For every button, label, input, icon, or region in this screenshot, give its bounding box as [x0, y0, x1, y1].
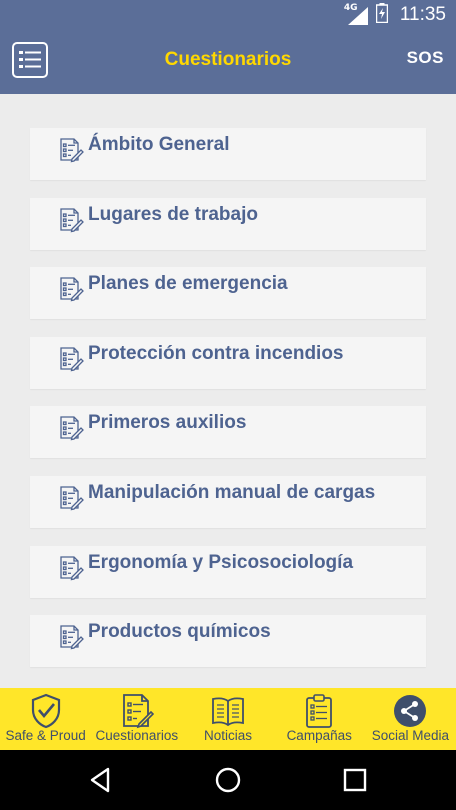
checklist-icon [60, 208, 84, 233]
tab-label: Noticias [204, 728, 253, 743]
open-book-icon [212, 697, 244, 727]
checklist-icon [60, 416, 84, 441]
home-icon[interactable] [213, 765, 243, 795]
tab-label: Safe & Proud [5, 728, 86, 743]
page-title: Cuestionarios [164, 49, 292, 70]
tab-label: Cuestionarios [95, 728, 179, 743]
system-nav-bar [0, 750, 456, 810]
list-item[interactable]: Planes de emergencia [30, 267, 426, 319]
checklist-icon [122, 694, 154, 729]
tab-label: Campañas [286, 728, 352, 743]
list-item-label: Protección contra incendios [88, 343, 344, 364]
tab-campanas[interactable]: Campañas [274, 688, 365, 750]
list-item-label: Lugares de trabajo [88, 204, 258, 225]
list-item-label: Ámbito General [88, 134, 230, 155]
back-icon[interactable] [86, 765, 116, 795]
checklist-icon [60, 486, 84, 511]
list-item-label: Ergonomía y Psicosociología [88, 552, 354, 573]
sos-button[interactable]: SOS [407, 48, 444, 68]
tab-social-media[interactable]: Social Media [365, 688, 456, 750]
app-bar: Cuestionarios SOS [0, 30, 456, 94]
list-item[interactable]: Protección contra incendios [30, 337, 426, 389]
tab-safe-proud[interactable]: Safe & Proud [0, 688, 91, 750]
list-item[interactable]: Productos químicos [30, 615, 426, 667]
list-item[interactable]: Lugares de trabajo [30, 198, 426, 250]
list-item-label: Productos químicos [88, 621, 271, 642]
list-item[interactable]: Ámbito General [30, 128, 426, 180]
status-icons: 4G 11:35 [344, 0, 446, 30]
checklist-icon [60, 556, 84, 581]
checklist-icon [60, 625, 84, 650]
checklist-icon [60, 347, 84, 372]
clipboard-icon [306, 694, 333, 728]
share-icon [394, 695, 427, 727]
list-item[interactable]: Manipulación manual de cargas [30, 476, 426, 528]
tab-cuestionarios[interactable]: Cuestionarios [91, 688, 182, 750]
tab-noticias[interactable]: Noticias [182, 688, 273, 750]
list-item[interactable]: Ergonomía y Psicosociología [30, 546, 426, 598]
battery-icon [375, 2, 389, 28]
checklist-icon [60, 277, 84, 302]
status-bar: 4G 11:35 [0, 0, 456, 30]
clock: 11:35 [399, 4, 446, 25]
recents-icon[interactable] [340, 765, 370, 795]
shield-check-icon [31, 693, 60, 729]
list-item-label: Primeros auxilios [88, 412, 247, 433]
tab-label: Social Media [371, 728, 450, 743]
list-item-label: Planes de emergencia [88, 273, 288, 294]
list-item-label: Manipulación manual de cargas [88, 482, 376, 503]
checklist-icon [60, 138, 84, 163]
bottom-tab-bar: Safe & Proud Cuestionarios Noticias Camp… [0, 688, 456, 750]
signal-icon: 4G [344, 3, 368, 25]
list-item[interactable]: Primeros auxilios [30, 406, 426, 458]
